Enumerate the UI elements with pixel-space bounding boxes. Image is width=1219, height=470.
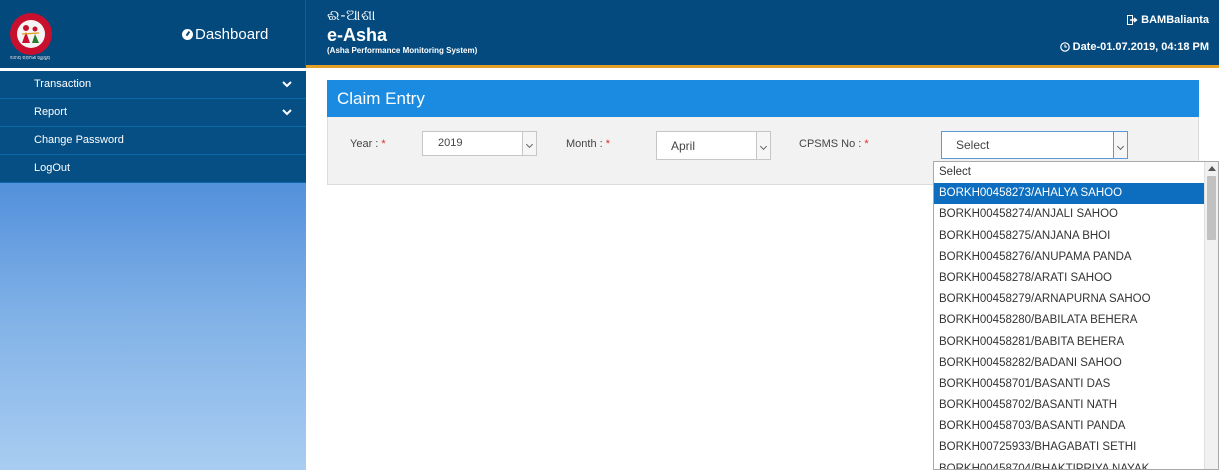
cpsms-label: CPSMS No : * (799, 138, 869, 150)
user-label: BAMBalianta (1141, 14, 1209, 26)
cpsms-value: Select (956, 138, 990, 152)
dashboard-link[interactable]: Dashboard (182, 26, 268, 43)
brand: ଈ-ଆଶା e-Asha (Asha Performance Monitorin… (327, 7, 477, 55)
chevron-down-icon (282, 81, 292, 88)
nrhm-logo: ଜାତୀୟ ଗ୍ରାମୀଣ ସ୍ୱାସ୍ଥ୍ୟ (10, 13, 52, 61)
panel-title: Claim Entry (327, 80, 1199, 117)
dropdown-option[interactable]: BORKH00458275/ANJANA BHOI (934, 226, 1218, 247)
dropdown-option-placeholder[interactable]: Select (934, 162, 1218, 183)
sidebar-item-label: Change Password (34, 134, 124, 146)
year-select[interactable]: 2019 (422, 131, 537, 156)
dropdown-option[interactable]: BORKH00458278/ARATI SAHOO (934, 268, 1218, 289)
clock-icon (1059, 42, 1070, 52)
month-label: Month : * (566, 138, 611, 150)
logo-area: ଜାତୀୟ ଗ୍ରାମୀଣ ସ୍ୱାସ୍ଥ୍ୟ Dashboard (0, 0, 306, 68)
required-mark: * (381, 138, 386, 150)
chevron-down-icon (522, 132, 536, 155)
sidebar-item-logout[interactable]: LogOut (0, 155, 306, 183)
brand-name: e-Asha (327, 25, 388, 45)
dashboard-icon (182, 29, 193, 40)
dropdown-option[interactable]: BORKH00458701/BASANTI DAS (934, 374, 1218, 395)
sidebar-item-transaction[interactable]: Transaction (0, 71, 306, 99)
dropdown-options: Select BORKH00458273/AHALYA SAHOO BORKH004… (934, 162, 1218, 469)
dashboard-label: Dashboard (195, 26, 269, 43)
month-value: April (671, 139, 696, 153)
dropdown-option[interactable]: BORKH00458702/BASANTI NATH (934, 395, 1218, 416)
sidebar-item-label: LogOut (34, 162, 71, 174)
dropdown-option[interactable]: BORKH00458704/BHAKTIPRIYA NAYAK (934, 459, 1218, 469)
top-header: ଜାତୀୟ ଗ୍ରାମୀଣ ସ୍ୱାସ୍ଥ୍ୟ Dashboard ଈ-ଆଶା … (0, 0, 1219, 68)
brand-subtitle: (Asha Performance Monitoring System) (327, 46, 478, 55)
dropdown-option[interactable]: BORKH00458282/BADANI SAHOO (934, 353, 1218, 374)
dropdown-option[interactable]: BORKH00458703/BASANTI PANDA (934, 416, 1218, 437)
month-select[interactable]: April (656, 131, 771, 160)
dropdown-option[interactable]: BORKH00458276/ANUPAMA PANDA (934, 247, 1218, 268)
dropdown-option[interactable]: BORKH00458281/BABITA BEHERA (934, 332, 1218, 353)
required-mark: * (605, 138, 611, 150)
chevron-down-icon (282, 109, 292, 116)
brand-odia: ଈ-ଆଶା (327, 7, 377, 24)
dropdown-scrollbar[interactable] (1204, 162, 1218, 469)
required-mark: * (864, 138, 869, 150)
dropdown-option[interactable]: BORKH00458273/AHALYA SAHOO (934, 183, 1218, 205)
user-link[interactable]: BAMBalianta (1127, 14, 1209, 26)
scroll-up-icon[interactable] (1208, 166, 1216, 171)
sidebar-item-change-password[interactable]: Change Password (0, 127, 306, 155)
sidebar: Transaction Report Change Password LogOu… (0, 71, 306, 470)
date-display: Date-01.07.2019, 04:18 PM (1059, 41, 1209, 53)
sign-out-icon (1127, 15, 1138, 25)
dropdown-option[interactable]: BORKH00458280/BABILATA BEHERA (934, 310, 1218, 331)
scroll-thumb[interactable] (1207, 176, 1216, 240)
year-value: 2019 (438, 137, 463, 149)
svg-text:ଜାତୀୟ ଗ୍ରାମୀଣ ସ୍ୱାସ୍ଥ୍ୟ: ଜାତୀୟ ଗ୍ରାମୀଣ ସ୍ୱାସ୍ଥ୍ୟ (10, 55, 51, 61)
cpsms-select[interactable]: Select (941, 131, 1128, 159)
dropdown-option[interactable]: BORKH00458279/ARNAPURNA SAHOO (934, 289, 1218, 310)
dropdown-option[interactable]: BORKH00725933/BHAGABATI SETHI (934, 437, 1218, 458)
chevron-down-icon (1113, 132, 1127, 158)
dropdown-option[interactable]: BORKH00458274/ANJALI SAHOO (934, 204, 1218, 225)
sidebar-item-report[interactable]: Report (0, 99, 306, 127)
sidebar-item-label: Report (34, 106, 68, 118)
app-root: ଜାତୀୟ ଗ୍ରାମୀଣ ସ୍ୱାସ୍ଥ୍ୟ Dashboard ଈ-ଆଶା … (0, 0, 1219, 470)
cpsms-dropdown-list[interactable]: Select BORKH00458273/AHALYA SAHOO BORKH004… (933, 161, 1219, 470)
year-label: Year : * (350, 138, 386, 150)
sidebar-item-label: Transaction (34, 78, 92, 90)
date-label: Date-01.07.2019, 04:18 PM (1072, 41, 1209, 53)
chevron-down-icon (756, 132, 770, 159)
